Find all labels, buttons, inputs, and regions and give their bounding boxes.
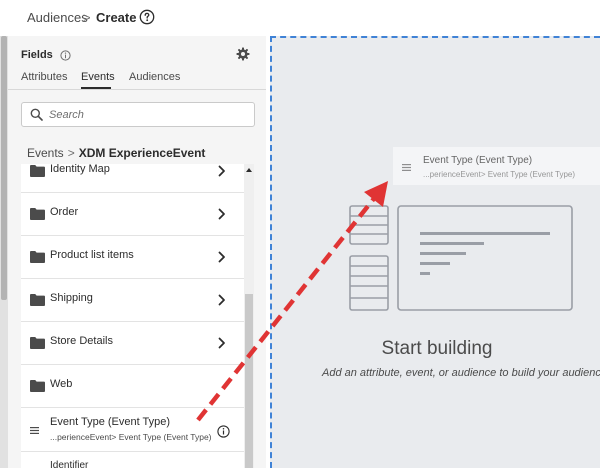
chevron-right-icon[interactable] <box>217 294 226 306</box>
list-item-shipping[interactable]: Shipping <box>21 279 244 322</box>
chevron-right-icon[interactable] <box>217 251 226 263</box>
breadcrumb-separator: > <box>83 10 91 25</box>
list-item-store-details[interactable]: Store Details <box>21 322 244 365</box>
drag-ghost-event-type: Event Type (Event Type) ...perienceEvent… <box>393 147 600 185</box>
folder-icon <box>30 380 45 392</box>
folder-icon <box>30 294 45 306</box>
path-current: XDM ExperienceEvent <box>78 146 206 160</box>
search-icon <box>30 108 43 121</box>
event-field-path: ...perienceEvent> Event Type (Event Type… <box>50 432 212 442</box>
drag-handle-icon <box>402 164 411 171</box>
list-item-product-list-items[interactable]: Product list items <box>21 236 244 279</box>
folder-icon <box>30 208 45 220</box>
info-icon[interactable] <box>217 425 230 438</box>
field-list: Identity Map Order Product list items Sh… <box>21 164 244 468</box>
list-item-event-type[interactable]: Event Type (Event Type) ...perienceEvent… <box>21 410 244 452</box>
tab-attributes[interactable]: Attributes <box>21 71 67 83</box>
path-root-link[interactable]: Events <box>27 146 64 160</box>
left-scroll-thumb[interactable] <box>1 36 7 300</box>
start-building-illustration <box>349 205 573 311</box>
help-icon[interactable] <box>139 9 155 25</box>
folder-icon <box>30 251 45 263</box>
ghost-title: Event Type (Event Type) <box>423 155 533 166</box>
field-list-scrollbar[interactable] <box>244 164 254 468</box>
path-separator: > <box>67 146 75 160</box>
fields-title: Fields <box>21 49 53 61</box>
tab-audiences[interactable]: Audiences <box>129 71 180 83</box>
drag-handle-icon[interactable] <box>30 427 39 434</box>
info-icon[interactable] <box>60 50 71 61</box>
folder-icon <box>30 165 45 177</box>
scroll-up-arrow-icon[interactable] <box>246 168 252 172</box>
breadcrumb-current: Create <box>96 10 137 25</box>
field-path-breadcrumb: Events > XDM ExperienceEvent <box>27 146 205 160</box>
fields-panel: Fields Attributes Events Audiences Event… <box>8 36 266 468</box>
chevron-right-icon[interactable] <box>217 337 226 349</box>
gear-icon[interactable] <box>236 47 250 61</box>
search-input[interactable] <box>49 107 249 123</box>
ghost-path: ...perienceEvent> Event Type (Event Type… <box>423 170 576 179</box>
tab-divider <box>8 89 266 90</box>
list-item-identity-map[interactable]: Identity Map <box>21 164 244 193</box>
start-building-subtitle: Add an attribute, event, or audience to … <box>322 367 600 379</box>
list-item-label: Identity Map <box>50 164 110 175</box>
list-item-partial-label: Identifier <box>50 460 89 468</box>
chevron-right-icon[interactable] <box>217 165 226 177</box>
page-header: Audiences > Create <box>0 0 600 36</box>
list-item-label: Order <box>50 206 79 218</box>
audience-builder-canvas[interactable]: Event Type (Event Type) ...perienceEvent… <box>270 36 600 468</box>
list-item-label: Store Details <box>50 335 113 347</box>
folder-icon <box>30 337 45 349</box>
event-field-title: Event Type (Event Type) <box>50 416 171 428</box>
start-building-title: Start building <box>381 338 493 359</box>
list-item-label: Web <box>50 378 73 390</box>
list-item-label: Product list items <box>50 249 134 261</box>
search-box[interactable] <box>21 102 255 127</box>
chevron-right-icon[interactable] <box>217 208 226 220</box>
left-scroll-strip[interactable] <box>0 36 8 468</box>
scroll-thumb[interactable] <box>245 294 253 468</box>
list-item-web[interactable]: Web <box>21 365 244 408</box>
list-item-label: Shipping <box>50 292 93 304</box>
breadcrumb-audiences[interactable]: Audiences <box>27 10 88 25</box>
tab-events[interactable]: Events <box>81 71 115 83</box>
list-item-order[interactable]: Order <box>21 193 244 236</box>
